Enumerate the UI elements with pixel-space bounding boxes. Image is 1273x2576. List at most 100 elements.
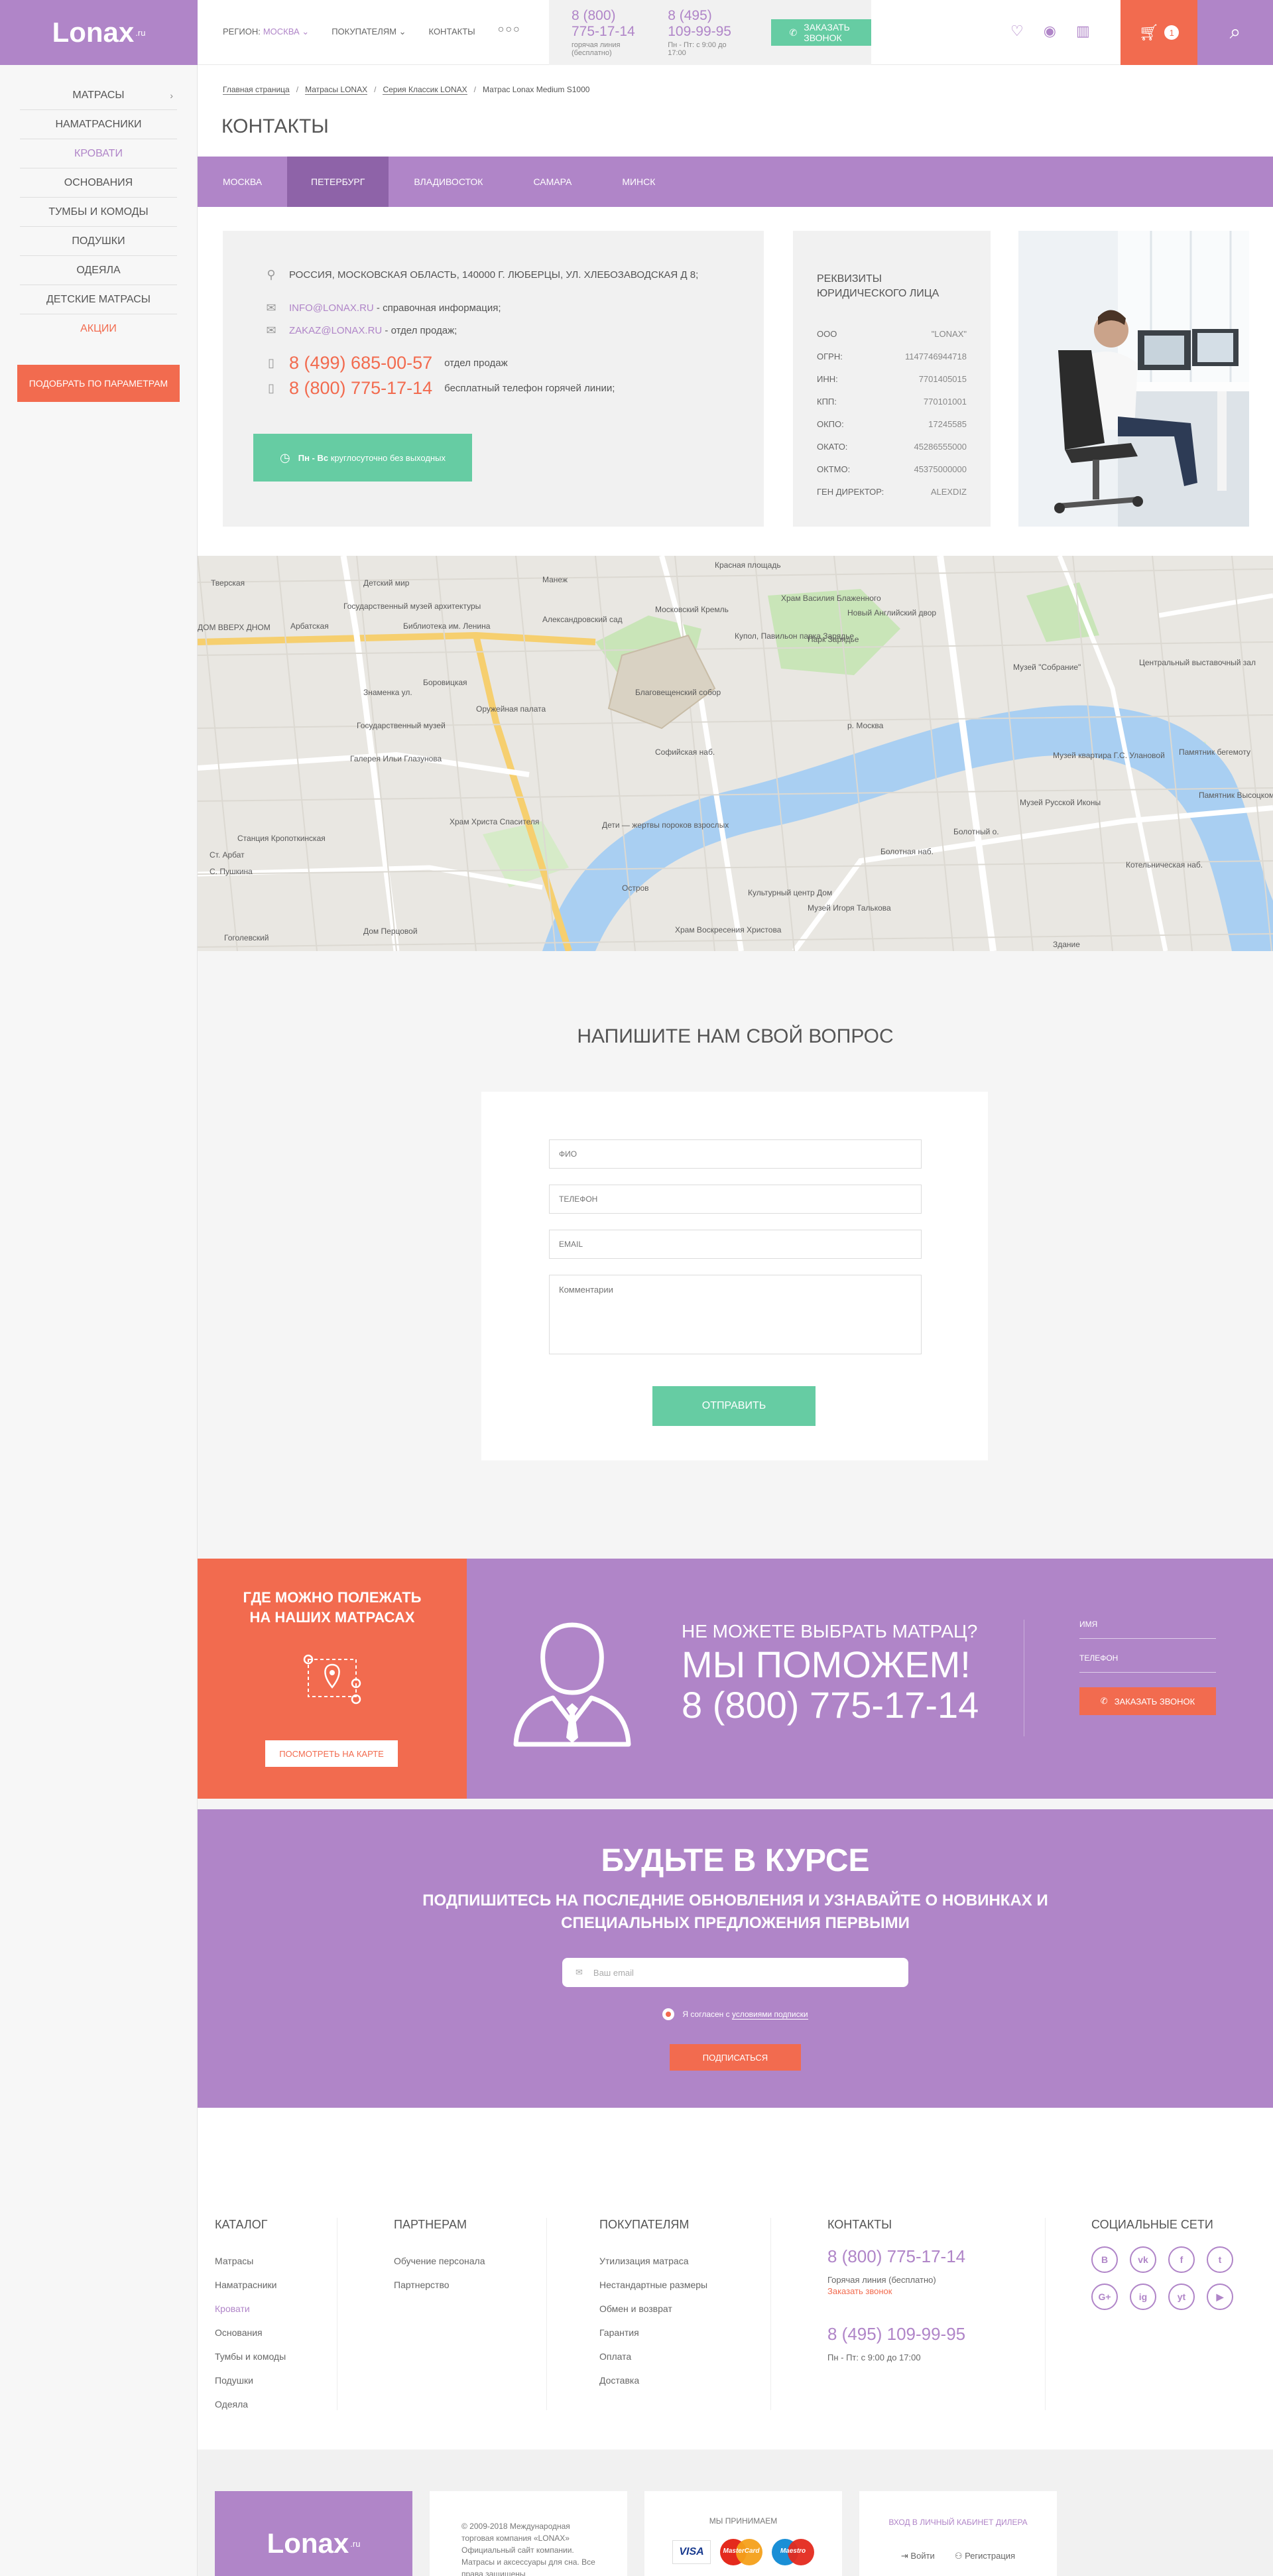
dealer-cabinet-links: ⇥ Войти ⚇ Регистрация [859,2551,1057,2561]
email-sales-link[interactable]: ZAKAZ@LONAX.RU [289,325,382,336]
submit-button[interactable]: ОТПРАВИТЬ [652,1386,816,1426]
sidebar-item-toppers[interactable]: НАМАТРАСНИКИ [20,110,177,139]
twitter-icon[interactable]: t [1207,2246,1233,2273]
tab-vladivostok[interactable]: ВЛАДИВОСТОК [389,157,508,207]
newsletter-subtitle-line: СПЕЦИАЛЬНЫХ ПРЕДЛОЖЕНИЯ ПЕРВЫМИ [561,1914,910,1932]
name-field[interactable] [549,1139,922,1169]
email-field[interactable] [549,1230,922,1259]
callback-button[interactable]: ✆ ЗАКАЗАТЬ ЗВОНОК [770,19,872,46]
tab-minsk[interactable]: МИНСК [597,157,680,207]
map-canvas[interactable]: Детский мир Манеж Красная площадь Храм Васи… [198,556,1273,951]
sidebar-item-kids-mattresses[interactable]: ДЕТСКИЕ МАТРАСЫ [20,285,177,314]
requisite-key: ОГРН: [817,351,843,361]
youtube-icon[interactable]: yt [1168,2284,1195,2310]
phone-hotline[interactable]: 8 (800) 775-17-14 горячая линия (бесплатн… [572,8,641,57]
view-on-map-button[interactable]: ПОСМОТРЕТЬ НА КАРТЕ [265,1740,398,1767]
phone-note: Пн - Пт: с 9:00 до 17:00 [668,41,727,57]
map-label: Музей квартира Г.С. Улановой [1053,751,1165,760]
tab-samara[interactable]: САМАРА [508,157,597,207]
contacts-link[interactable]: КОНТАКТЫ [429,27,475,37]
phone-number: 8 (800) 775-17-14 [572,8,635,39]
terms-link[interactable]: условиями подписки [731,2010,808,2020]
footer-phone-office[interactable]: 8 (495) 109-99-95 [827,2324,965,2345]
city-map[interactable]: Детский мир Манеж Красная площадь Храм Васи… [198,556,1273,951]
login-link[interactable]: ⇥ Войти [901,2551,935,2561]
footer-link[interactable]: Наматрасники [215,2280,286,2303]
cart-button[interactable]: 🛒︎ 1 [1121,0,1197,65]
footer-link[interactable]: Одеяла [215,2399,286,2423]
sidebar-item-mattresses[interactable]: МАТРАСЫ › [20,81,177,110]
sidebar-item-label: АКЦИИ [80,323,117,334]
sidebar-item-pillows[interactable]: ПОДУШКИ [20,227,177,256]
sidebar-item-beds[interactable]: КРОВАТИ [20,139,177,168]
register-link[interactable]: ⚇ Регистрация [955,2551,1015,2561]
footer-link[interactable]: Основания [215,2327,286,2351]
footer-link[interactable]: Подушки [215,2375,286,2399]
eye-icon[interactable]: ◉ [1044,23,1056,40]
footer-link[interactable]: Гарантия [599,2327,707,2351]
instagram-icon[interactable]: ig [1130,2284,1156,2310]
footer-link[interactable]: Матрасы [215,2256,286,2280]
breadcrumb-item[interactable]: Серия Классик LONAX [383,85,467,95]
callback-name-field[interactable]: ИМЯ [1079,1620,1216,1639]
pick-by-params-button[interactable]: ПОДОБРАТЬ ПО ПАРАМЕТРАМ [17,365,180,402]
email-info-link[interactable]: INFO@LONAX.RU [289,302,374,314]
footer-link[interactable]: Тумбы и комоды [215,2351,286,2375]
footer-link[interactable]: Нестандартные размеры [599,2280,707,2303]
search-button[interactable]: ⌕ [1197,0,1273,65]
comment-field[interactable] [549,1275,922,1354]
footer-link[interactable]: Обучение персонала [394,2256,485,2280]
footer-link[interactable]: Партнерство [394,2280,485,2303]
footer-callback-link[interactable]: Заказать звонок [827,2286,965,2296]
footer-link[interactable]: Оплата [599,2351,707,2375]
footer-logo[interactable]: Lonax .ru [215,2491,412,2576]
compare-icon[interactable]: ▥ [1076,23,1090,40]
breadcrumb-item[interactable]: Матрасы LONAX [305,85,368,95]
map-label: Александровский сад [542,615,623,624]
region-selector[interactable]: РЕГИОН: МОСКВА ⌄ [223,27,309,37]
breadcrumb-item[interactable]: Главная страница [223,85,290,95]
agree-radio[interactable] [662,2008,675,2020]
footer-link[interactable]: Обмен и возврат [599,2303,707,2327]
footer-link[interactable]: Кровати [215,2303,286,2327]
map-label: Ст. Арбат [210,850,245,860]
phone-sales-link[interactable]: 8 (499) 685-00-57 [289,353,432,373]
map-label: ДОМ ВВЕРХ ДНОМ [198,623,271,632]
logo[interactable]: Lonax .ru [0,0,198,65]
help-phone[interactable]: 8 (800) 775-17-14 [682,1685,979,1726]
more-icon[interactable]: ○○○ [498,24,521,37]
sidebar-item-bases[interactable]: ОСНОВАНИЯ [20,168,177,198]
chevron-right-icon: › [170,90,173,101]
sidebar-item-nightstands[interactable]: ТУМБЫ И КОМОДЫ [20,198,177,227]
contact-card: ⚲ РОССИЯ, МОСКОВСКАЯ ОБЛАСТЬ, 140000 Г. Л… [223,231,764,527]
buyers-menu[interactable]: ПОКУПАТЕЛЯМ ⌄ [332,27,406,37]
video-icon[interactable]: ▶ [1207,2284,1233,2310]
vk-icon[interactable]: vk [1130,2246,1156,2273]
phone-office[interactable]: 8 (495) 109-99-95 Пн - Пт: с 9:00 до 17:0… [668,8,737,57]
footer-link[interactable]: Доставка [599,2375,707,2399]
footer-phone-hotline[interactable]: 8 (800) 775-17-14 [827,2246,965,2267]
map-label: Галерея Ильи Глазунова [350,754,442,763]
newsletter-email-input[interactable]: ✉ Ваш email [562,1958,908,1987]
footer: КАТАЛОГ Матрасы Наматрасники Кровати Осн… [198,2108,1273,2449]
region-label: РЕГИОН: [223,27,261,36]
tab-moscow[interactable]: МОСКВА [198,157,287,207]
mail-icon: ✉ [266,324,276,337]
subscribe-button[interactable]: ПОДПИСАТЬСЯ [670,2044,801,2071]
payments-card: МЫ ПРИНИМАЕМ VISA MasterCard Maestro [644,2491,842,2576]
phone-field[interactable] [549,1185,922,1214]
phone-hotline-link[interactable]: 8 (800) 775-17-14 [289,378,432,399]
requisite-value: 7701405015 [918,373,967,384]
callback-phone-field[interactable]: ТЕЛЕФОН [1079,1653,1216,1673]
requisite-key: ООО [817,328,837,339]
sidebar-item-blankets[interactable]: ОДЕЯЛА [20,256,177,285]
heart-icon[interactable]: ♡ [1010,23,1024,40]
facebook-icon[interactable]: f [1168,2246,1195,2273]
email-info-note: - справочная информация; [373,302,501,314]
sidebar-item-promo[interactable]: АКЦИИ [20,314,177,344]
callback-submit-button[interactable]: ✆ ЗАКАЗАТЬ ЗВОНОК [1079,1687,1216,1715]
google-plus-icon[interactable]: G+ [1091,2284,1118,2310]
footer-link[interactable]: Утилизация матраса [599,2256,707,2280]
blog-icon[interactable]: B [1091,2246,1118,2273]
tab-petersburg[interactable]: ПЕТЕРБУРГ [287,157,389,207]
